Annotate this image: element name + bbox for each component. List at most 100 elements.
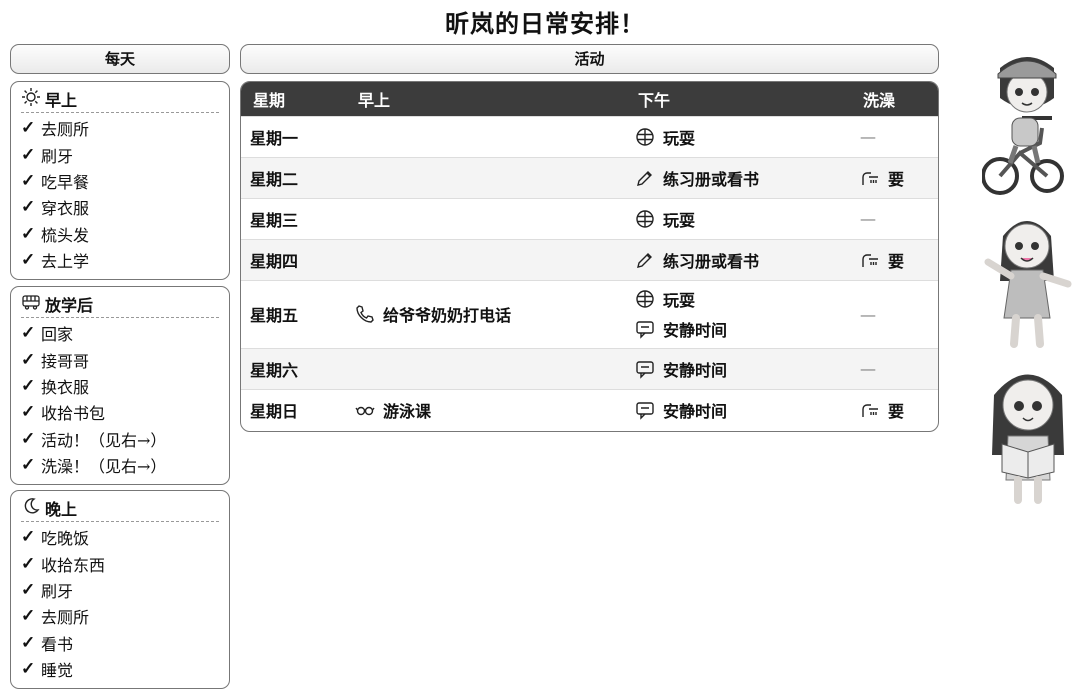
check-icon: ✓ xyxy=(21,223,36,244)
afternoon-activity: 安静时间 xyxy=(663,360,728,380)
item-label: 收拾书包 xyxy=(41,404,106,424)
morning-title: 早上 xyxy=(45,91,78,110)
bath-cell: — xyxy=(851,115,938,157)
evening-list: ✓ 吃晚饭 ✓ 收拾东西 ✓ 刷牙 ✓ 去厕所 ✓ 看书 ✓ 睡觉 xyxy=(11,524,229,682)
day-label: 星期六 xyxy=(250,360,299,380)
girl-waving-illustration xyxy=(984,221,1072,348)
check-icon: ✓ xyxy=(21,527,36,548)
after-school-title: 放学后 xyxy=(45,296,94,315)
morning-cell xyxy=(346,238,626,280)
afternoon-cell: 练习册或看书 xyxy=(626,238,851,280)
table-row: 星期四 练习册或看书 要 xyxy=(241,238,938,280)
bath-value: 要 xyxy=(888,251,905,271)
activities-header: 活动 xyxy=(240,44,939,74)
list-item: ✓ 去上学 xyxy=(21,247,229,273)
check-icon: ✓ xyxy=(21,323,36,344)
list-item: ✓ 吃晚饭 xyxy=(21,524,229,550)
list-item: ✓ 去厕所 xyxy=(21,603,229,629)
bath-cell: 要 xyxy=(851,156,938,198)
after-school-list: ✓ 回家 ✓ 接哥哥 ✓ 换衣服 ✓ 收拾书包 ✓ 活动！（见右→） ✓ 洗澡！（见右→） xyxy=(11,320,229,478)
col-bath: 洗澡 xyxy=(863,90,896,110)
table-row: 星期日 游泳课 安静时间 要 xyxy=(241,388,938,430)
shower-icon xyxy=(860,250,880,270)
weekly-schedule-table: 星期 早上 下午 洗澡 星期一 玩耍 — 星期二 练习册或看书要星期三 玩耍 — 星期四 练习册… xyxy=(240,81,939,432)
afternoon-activity: 玩耍 xyxy=(663,210,696,230)
morning-cell xyxy=(346,115,626,157)
bath-cell: — xyxy=(851,197,938,239)
afternoon-cell: 安静时间 xyxy=(626,347,851,389)
list-item: ✓ 睡觉 xyxy=(21,656,229,682)
list-item: ✓ 吃早餐 xyxy=(21,168,229,194)
phone-icon xyxy=(355,304,375,324)
day-cell: 星期五 xyxy=(241,279,346,348)
item-label: 接哥哥 xyxy=(41,351,90,371)
shower-icon xyxy=(860,168,880,188)
afternoon-activity: 安静时间 xyxy=(663,401,728,421)
day-cell: 星期四 xyxy=(241,238,346,280)
morning-cell: 游泳课 xyxy=(346,388,626,430)
list-item: ✓ 梳头发 xyxy=(21,221,229,247)
table-row: 星期五 给爷爷奶奶打电话 玩耍 安静时间 — xyxy=(241,279,938,348)
page-title: 昕岚的日常安排！ xyxy=(445,9,645,38)
list-item: ✓ 刷牙 xyxy=(21,141,229,167)
day-cell: 星期二 xyxy=(241,156,346,198)
ball-icon xyxy=(635,209,655,229)
bath-value: 要 xyxy=(888,169,905,189)
afternoon-cell: 玩耍 xyxy=(626,197,851,239)
bath-value: — xyxy=(860,304,876,324)
day-cell: 星期六 xyxy=(241,347,346,389)
check-icon: ✓ xyxy=(21,579,36,600)
item-label: 睡觉 xyxy=(41,661,74,681)
morning-cell xyxy=(346,347,626,389)
afternoon-activity: 玩耍 xyxy=(663,128,696,148)
pencil-icon xyxy=(635,250,655,270)
chat-icon xyxy=(635,319,655,339)
item-label: 去厕所 xyxy=(41,608,90,628)
check-icon: ✓ xyxy=(21,659,36,680)
bath-cell: 要 xyxy=(851,238,938,280)
table-row: 星期二 练习册或看书 要 xyxy=(241,156,938,198)
ball-icon xyxy=(635,289,655,309)
shower-icon xyxy=(860,400,880,420)
check-icon: ✓ xyxy=(21,606,36,627)
afternoon-activity: 练习册或看书 xyxy=(663,251,760,271)
item-label: 梳头发 xyxy=(41,225,90,245)
col-morning: 早上 xyxy=(358,90,391,110)
sun-icon xyxy=(21,87,41,111)
daily-header: 每天 xyxy=(10,44,230,74)
table-header-row: 星期 早上 下午 洗澡 xyxy=(241,82,938,116)
item-label: 刷牙 xyxy=(41,146,74,166)
item-label: 回家 xyxy=(41,325,74,345)
afternoon-activity: 安静时间 xyxy=(663,321,728,340)
list-item: ✓ 收拾书包 xyxy=(21,399,229,425)
list-item: ✓ 回家 xyxy=(21,320,229,346)
check-icon: ✓ xyxy=(21,553,36,574)
morning-heading: 早上 xyxy=(21,86,219,113)
bath-value: — xyxy=(860,127,876,146)
item-label: 去上学 xyxy=(41,252,90,272)
pencil-icon xyxy=(635,168,655,188)
list-item: ✓ 换衣服 xyxy=(21,373,229,399)
check-icon: ✓ xyxy=(21,144,36,165)
day-label: 星期五 xyxy=(250,306,299,325)
table-row: 星期一 玩耍 — xyxy=(241,115,938,157)
afternoon-cell: 玩耍 安静时间 xyxy=(626,279,851,348)
girl-reading-illustration xyxy=(992,374,1064,504)
check-icon: ✓ xyxy=(21,118,36,139)
chat-icon xyxy=(635,400,655,420)
morning-section: 早上 ✓ 去厕所 ✓ 刷牙 ✓ 吃早餐 ✓ 穿衣服 ✓ 梳头发 ✓ 去上学 xyxy=(10,81,230,280)
table-row: 星期六 安静时间 — xyxy=(241,347,938,389)
check-icon: ✓ xyxy=(21,349,36,370)
day-label: 星期日 xyxy=(250,401,299,421)
afternoon-cell: 安静时间 xyxy=(626,388,851,430)
day-cell: 星期一 xyxy=(241,115,346,157)
goggles-icon xyxy=(355,400,375,420)
list-item: ✓ 接哥哥 xyxy=(21,346,229,372)
evening-title: 晚上 xyxy=(45,500,78,519)
check-icon: ✓ xyxy=(21,428,36,449)
afternoon-cell: 练习册或看书 xyxy=(626,156,851,198)
after-school-section: 放学后 ✓ 回家 ✓ 接哥哥 ✓ 换衣服 ✓ 收拾书包 ✓ 活动！（见右→） ✓ 洗澡！（见… xyxy=(10,286,230,485)
list-item: ✓ 看书 xyxy=(21,630,229,656)
list-item: ✓ 活动！（见右→） xyxy=(21,426,229,452)
chat-icon xyxy=(635,359,655,379)
